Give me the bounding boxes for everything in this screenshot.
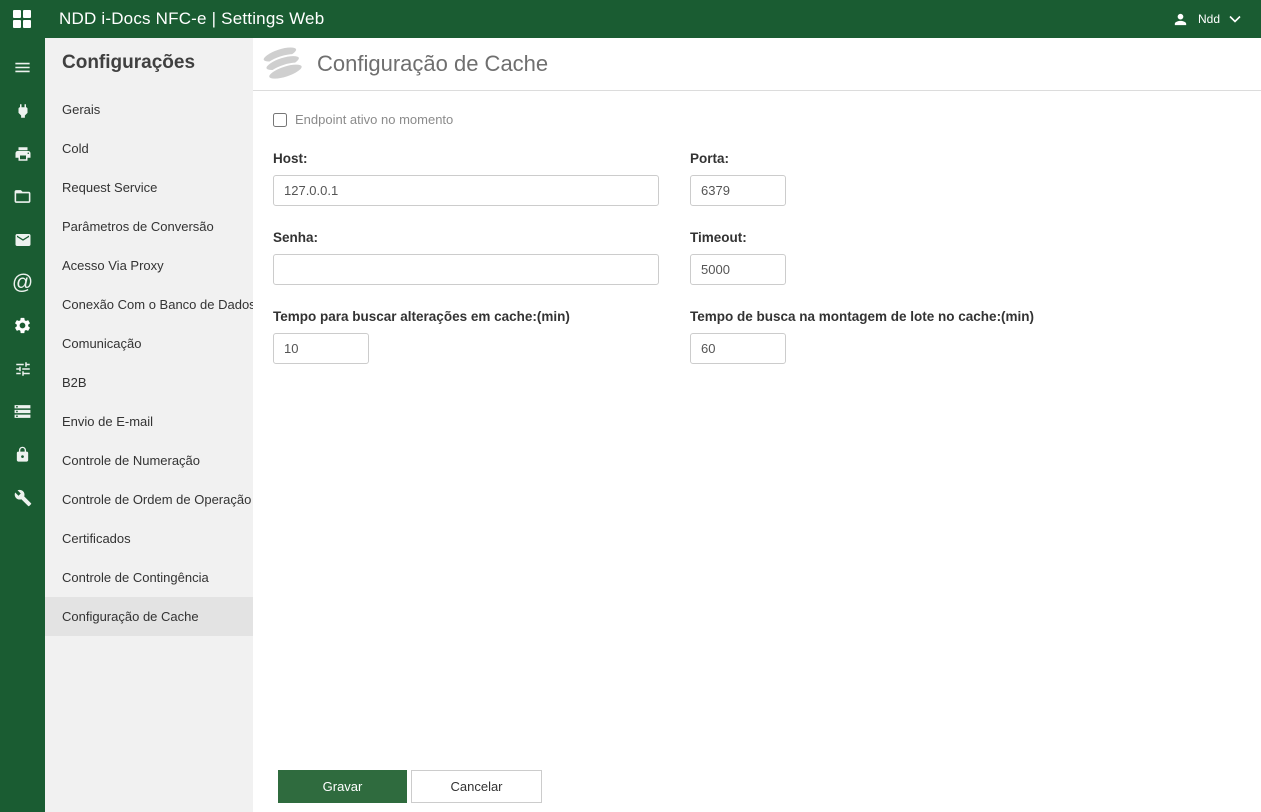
porta-input[interactable]	[690, 175, 786, 206]
sidebar-item-gerais[interactable]: Gerais	[45, 90, 253, 129]
senha-label: Senha:	[273, 230, 319, 245]
settings-sidebar: Configurações Gerais Cold Request Servic…	[45, 38, 253, 812]
at-icon[interactable]: @	[0, 261, 45, 304]
row-senha-timeout: Senha: Timeout:	[273, 230, 1261, 285]
endpoint-checkbox-label[interactable]: Endpoint ativo no momento	[295, 112, 453, 127]
save-button[interactable]: Gravar	[278, 770, 407, 803]
cache-database-icon	[261, 45, 304, 81]
sidebar-item-controle-numeracao[interactable]: Controle de Numeração	[45, 441, 253, 480]
tempo-buscar-input[interactable]	[273, 333, 369, 364]
gear-icon[interactable]	[0, 304, 45, 347]
form-actions: Gravar Cancelar	[278, 770, 542, 803]
user-menu[interactable]: Ndd	[1172, 11, 1241, 28]
sidebar-item-controle-contingencia[interactable]: Controle de Contingência	[45, 558, 253, 597]
sidebar-item-envio-email[interactable]: Envio de E-mail	[45, 402, 253, 441]
tempo-lote-label: Tempo de busca na montagem de lote no ca…	[690, 309, 1035, 324]
endpoint-checkbox[interactable]	[273, 112, 287, 127]
chevron-down-icon	[1229, 15, 1241, 23]
tempo-buscar-label: Tempo para buscar alterações em cache:(m…	[273, 309, 570, 324]
page-header: Configuração de Cache	[253, 38, 1261, 91]
menu-icon[interactable]	[0, 46, 45, 89]
host-label: Host:	[273, 151, 308, 166]
printer-icon[interactable]	[0, 132, 45, 175]
top-bar: NDD i-Docs NFC-e | Settings Web Ndd	[0, 0, 1261, 38]
app-grid-icon[interactable]	[13, 10, 31, 28]
user-icon	[1174, 13, 1187, 25]
tempo-lote-input[interactable]	[690, 333, 786, 364]
user-name: Ndd	[1197, 12, 1220, 26]
row-tempos: Tempo para buscar alterações em cache:(m…	[273, 309, 1261, 364]
app-title: NDD i-Docs NFC-e | Settings Web	[59, 9, 325, 28]
senha-input[interactable]	[273, 254, 659, 285]
storage-icon[interactable]	[0, 390, 45, 433]
sidebar-title: Configurações	[62, 52, 196, 73]
sidebar-item-request-service[interactable]: Request Service	[45, 168, 253, 207]
sidebar-item-acesso-proxy[interactable]: Acesso Via Proxy	[45, 246, 253, 285]
plug-icon[interactable]	[0, 89, 45, 132]
sidebar-item-configuracao-cache[interactable]: Configuração de Cache	[45, 597, 253, 636]
sidebar-item-b2b[interactable]: B2B	[45, 363, 253, 402]
wrench-icon[interactable]	[0, 476, 45, 519]
host-input[interactable]	[273, 175, 659, 206]
main-content: Configuração de Cache Endpoint ativo no …	[253, 38, 1261, 812]
row-host-porta: Host: Porta:	[273, 151, 1261, 206]
page-title: Configuração de Cache	[317, 51, 549, 76]
sidebar-item-parametros-conversao[interactable]: Parâmetros de Conversão	[45, 207, 253, 246]
folder-open-icon[interactable]	[0, 175, 45, 218]
timeout-input[interactable]	[690, 254, 786, 285]
sidebar-item-controle-ordem-operacao[interactable]: Controle de Ordem de Operação	[45, 480, 253, 519]
endpoint-checkbox-row: Endpoint ativo no momento	[273, 112, 1261, 127]
sidebar-item-cold[interactable]: Cold	[45, 129, 253, 168]
mail-icon[interactable]	[0, 218, 45, 261]
sidebar-item-certificados[interactable]: Certificados	[45, 519, 253, 558]
timeout-label: Timeout:	[690, 230, 747, 245]
lock-icon[interactable]	[0, 433, 45, 476]
sidebar-item-conexao-banco[interactable]: Conexão Com o Banco de Dados	[45, 285, 253, 324]
sliders-icon[interactable]	[0, 347, 45, 390]
porta-label: Porta:	[690, 151, 730, 166]
cache-config-form: Endpoint ativo no momento Host: Porta: S…	[253, 91, 1261, 364]
icon-rail: @	[0, 38, 45, 812]
cancel-button[interactable]: Cancelar	[411, 770, 542, 803]
sidebar-item-comunicacao[interactable]: Comunicação	[45, 324, 253, 363]
